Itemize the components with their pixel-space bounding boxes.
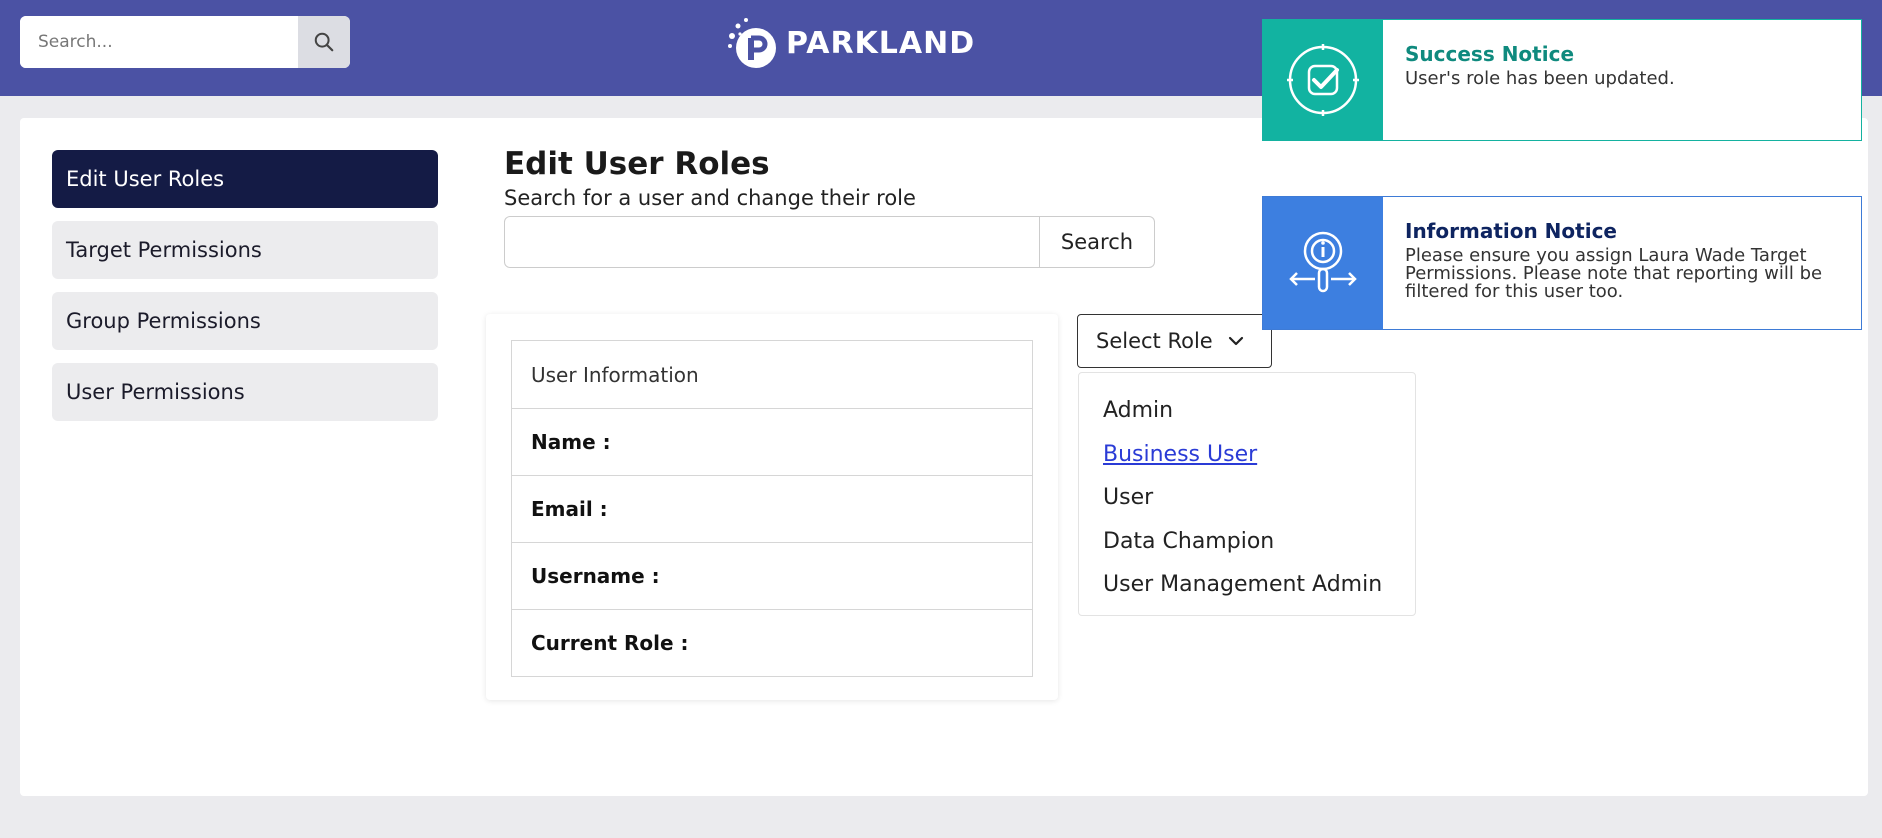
role-option-user-management-admin[interactable]: User Management Admin — [1079, 563, 1415, 607]
current-role-field-label: Current Role : — [512, 609, 1032, 676]
username-field-label: Username : — [512, 542, 1032, 609]
role-option-data-champion[interactable]: Data Champion — [1079, 520, 1415, 564]
info-toast-text: Please ensure you assign Laura Wade Targ… — [1405, 245, 1823, 302]
select-role-label: Select Role — [1096, 329, 1213, 353]
success-toast: Success Notice User's role has been upda… — [1262, 19, 1862, 141]
sidebar-item-user-permissions[interactable]: User Permissions — [52, 363, 438, 421]
role-options-menu: Admin Business User User Data Champion U… — [1078, 372, 1416, 616]
global-search — [20, 16, 350, 68]
success-toast-text: User's role has been updated. — [1405, 68, 1675, 89]
user-info-heading: User Information — [531, 362, 699, 387]
global-search-button[interactable] — [298, 16, 350, 68]
success-icon-box — [1263, 20, 1383, 140]
success-toast-title: Success Notice — [1405, 42, 1575, 66]
sidebar-item-label: Group Permissions — [66, 309, 261, 333]
name-field-label: Name : — [512, 408, 1032, 475]
sidebar-item-label: User Permissions — [66, 380, 245, 404]
user-info-panel: User Information Name : Email : Username… — [486, 314, 1058, 700]
sidebar-item-target-permissions[interactable]: Target Permissions — [52, 221, 438, 279]
logo-mark-icon — [728, 18, 776, 68]
select-role-dropdown[interactable]: Select Role — [1077, 314, 1272, 368]
info-icon-box — [1263, 197, 1383, 329]
role-option-user[interactable]: User — [1079, 476, 1415, 520]
sidebar-item-label: Edit User Roles — [66, 167, 225, 191]
sidebar-item-edit-user-roles[interactable]: Edit User Roles — [52, 150, 438, 208]
global-search-input[interactable] — [20, 16, 299, 68]
page-title: Edit User Roles — [504, 146, 770, 182]
check-circle-icon — [1287, 44, 1359, 116]
parkland-logo: PARKLAND — [724, 12, 975, 74]
chevron-down-icon — [1228, 336, 1243, 346]
search-icon — [314, 32, 334, 52]
page-subtitle: Search for a user and change their role — [504, 186, 916, 210]
sidebar-item-label: Target Permissions — [66, 238, 262, 262]
info-magnifier-icon — [1289, 231, 1357, 293]
user-search-input[interactable] — [504, 216, 1040, 268]
info-toast-title: Information Notice — [1405, 219, 1617, 243]
info-toast: Information Notice Please ensure you ass… — [1262, 196, 1862, 330]
user-info-table: User Information Name : Email : Username… — [511, 340, 1033, 677]
user-search-button[interactable]: Search — [1040, 216, 1155, 268]
role-option-admin[interactable]: Admin — [1079, 389, 1415, 433]
email-field-label: Email : — [512, 475, 1032, 542]
role-option-business-user[interactable]: Business User — [1079, 433, 1415, 477]
logo-text: PARKLAND — [786, 25, 976, 61]
sidebar-item-group-permissions[interactable]: Group Permissions — [52, 292, 438, 350]
